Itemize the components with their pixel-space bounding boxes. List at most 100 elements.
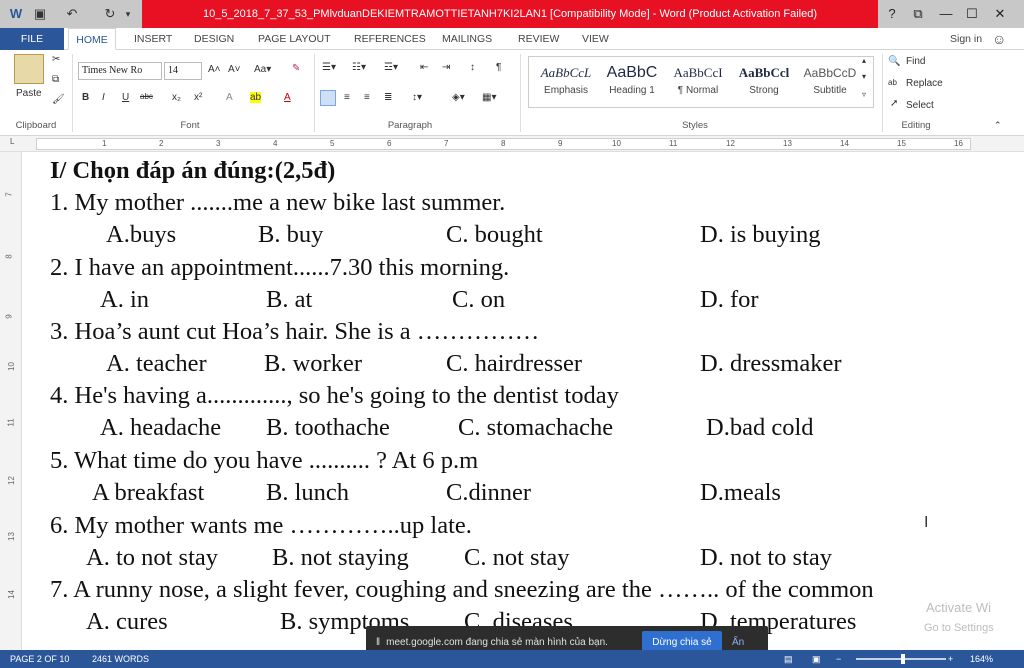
help-button[interactable]: ? xyxy=(878,0,906,28)
vruler-mark: 8 xyxy=(4,254,14,259)
numbering-icon[interactable]: ☷▾ xyxy=(352,62,366,73)
share-message-text: meet.google.com đang chia sẻ màn hình củ… xyxy=(386,637,608,648)
print-layout-icon[interactable]: ▣ xyxy=(812,650,821,668)
paste-button-label[interactable]: Paste xyxy=(16,88,42,99)
shrink-font-icon[interactable]: A˅ xyxy=(228,64,241,75)
zoom-in-icon[interactable]: + xyxy=(948,650,953,668)
font-name-combo[interactable]: Times New Ro xyxy=(78,62,162,80)
align-left-icon[interactable] xyxy=(320,90,336,106)
find-button[interactable]: Find xyxy=(906,56,925,67)
option-4d: D.bad cold xyxy=(706,414,814,441)
restore-button[interactable]: ☐ xyxy=(958,0,986,28)
underline-icon[interactable]: U xyxy=(122,92,129,103)
multilevel-list-icon[interactable]: ☲▾ xyxy=(384,62,398,73)
select-button[interactable]: Select xyxy=(906,100,934,111)
tab-design[interactable]: DESIGN xyxy=(194,28,234,50)
tab-review[interactable]: REVIEW xyxy=(518,28,559,50)
paste-icon[interactable] xyxy=(14,54,44,84)
subscript-icon[interactable]: x₂ xyxy=(172,92,181,103)
style-normal[interactable]: AaBbCcI ¶ Normal xyxy=(665,61,731,105)
style-emphasis[interactable]: AaBbCcL Emphasis xyxy=(533,61,599,105)
style-heading-1[interactable]: AaBbC Heading 1 xyxy=(599,61,665,105)
clear-formatting-icon[interactable]: ✎ xyxy=(292,63,300,74)
styles-more-icon[interactable]: ▿ xyxy=(862,90,866,99)
align-center-icon[interactable]: ≡ xyxy=(344,92,350,103)
replace-icon[interactable]: ab xyxy=(888,78,897,87)
justify-icon[interactable]: ≣ xyxy=(384,92,392,103)
document-page[interactable]: I/ Chọn đáp án đúng:(2,5đ) 1. My mother … xyxy=(22,152,1024,650)
word-count[interactable]: 2461 WORDS xyxy=(92,650,149,668)
option-4b: B. toothache xyxy=(266,414,390,441)
read-mode-icon[interactable]: ▤ xyxy=(784,650,793,668)
vertical-ruler[interactable]: 7 8 9 10 11 12 13 14 xyxy=(0,152,22,650)
format-painter-icon[interactable]: 🖌 xyxy=(52,94,65,105)
ruler-mark: 9 xyxy=(558,139,563,148)
vruler-mark: 7 xyxy=(4,192,14,197)
tab-mailings[interactable]: MAILINGS xyxy=(442,28,492,50)
select-icon[interactable]: ➚ xyxy=(890,98,898,109)
styles-scroll-down-icon[interactable]: ▾ xyxy=(862,72,866,81)
tab-references[interactable]: REFERENCES xyxy=(354,28,426,50)
find-icon[interactable]: 🔍 xyxy=(888,56,900,67)
tab-file[interactable]: FILE xyxy=(0,28,64,50)
change-case-icon[interactable]: Aa▾ xyxy=(254,64,271,75)
bullets-icon[interactable]: ☰▾ xyxy=(322,62,336,73)
close-button[interactable]: ✕ xyxy=(986,0,1014,28)
font-color-icon[interactable]: A xyxy=(284,92,291,103)
customize-qat-icon[interactable]: ▾ xyxy=(120,5,136,23)
option-1d: D. is buying xyxy=(700,221,821,248)
redo-icon[interactable]: ↻ xyxy=(100,5,120,23)
bold-icon[interactable]: B xyxy=(82,92,89,103)
styles-scroll-up-icon[interactable]: ▴ xyxy=(862,56,866,65)
copy-icon[interactable]: ⧉ xyxy=(52,74,59,85)
zoom-out-icon[interactable]: − xyxy=(836,650,841,668)
style-sample: AaBbCcI xyxy=(673,65,723,80)
option-6d: D. not to stay xyxy=(700,544,833,571)
decrease-indent-icon[interactable]: ⇤ xyxy=(420,62,428,73)
cut-icon[interactable]: ✂ xyxy=(52,54,60,65)
option-5c: C.dinner xyxy=(446,479,532,506)
shading-icon[interactable]: ◈▾ xyxy=(452,92,465,103)
collapse-ribbon-icon[interactable]: ⌃ xyxy=(994,120,1002,131)
strikethrough-icon[interactable]: abc xyxy=(140,92,153,101)
minimize-button[interactable]: — xyxy=(932,0,960,28)
undo-icon[interactable]: ↶ xyxy=(62,5,82,23)
tab-view[interactable]: VIEW xyxy=(582,28,609,50)
tab-insert[interactable]: INSERT xyxy=(134,28,172,50)
question-6: 6. My mother wants me …………..up late. xyxy=(50,512,472,539)
style-strong[interactable]: AaBbCcl Strong xyxy=(731,61,797,105)
italic-icon[interactable]: I xyxy=(102,92,105,103)
word-logo-icon: W xyxy=(9,6,23,21)
paragraph-group-label: Paragraph xyxy=(387,120,433,131)
sort-icon[interactable]: ↕ xyxy=(470,62,475,73)
sign-in-link[interactable]: Sign in xyxy=(950,28,982,50)
save-icon[interactable]: ▣ xyxy=(30,5,50,23)
ribbon-display-button[interactable]: ⧉ xyxy=(904,0,932,28)
ruler-mark: 11 xyxy=(669,139,678,148)
option-2a: A. in xyxy=(100,286,149,313)
option-6b: B. not staying xyxy=(272,544,409,571)
page-indicator[interactable]: PAGE 2 OF 10 xyxy=(10,650,69,668)
borders-icon[interactable]: ▦▾ xyxy=(482,92,496,103)
tab-page-layout[interactable]: PAGE LAYOUT xyxy=(258,28,331,50)
style-sample: AaBbCcl xyxy=(738,65,790,80)
question-2: 2. I have an appointment......7.30 this … xyxy=(50,254,510,281)
highlight-icon[interactable]: ab xyxy=(250,92,262,103)
align-right-icon[interactable]: ≡ xyxy=(364,92,370,103)
zoom-slider-thumb[interactable] xyxy=(901,654,905,664)
zoom-level[interactable]: 164% xyxy=(970,650,993,668)
font-size-combo[interactable]: 14 xyxy=(164,62,202,80)
replace-button[interactable]: Replace xyxy=(906,78,943,89)
option-5b: B. lunch xyxy=(266,479,350,506)
grow-font-icon[interactable]: A˄ xyxy=(208,64,221,75)
increase-indent-icon[interactable]: ⇥ xyxy=(442,62,450,73)
line-spacing-icon[interactable]: ↕▾ xyxy=(412,92,422,103)
tab-stop-selector-icon[interactable]: L xyxy=(10,137,14,146)
horizontal-ruler[interactable]: L 1 2 3 4 5 6 7 8 9 10 11 12 13 14 15 16 xyxy=(0,136,1024,152)
style-subtitle[interactable]: AaBbCcD Subtitle xyxy=(797,61,863,105)
user-icon[interactable]: ☺ xyxy=(992,28,1006,50)
tab-home[interactable]: HOME xyxy=(68,28,116,50)
superscript-icon[interactable]: x² xyxy=(194,92,202,103)
text-effects-icon[interactable]: A xyxy=(226,92,233,103)
show-marks-icon[interactable]: ¶ xyxy=(496,62,501,73)
